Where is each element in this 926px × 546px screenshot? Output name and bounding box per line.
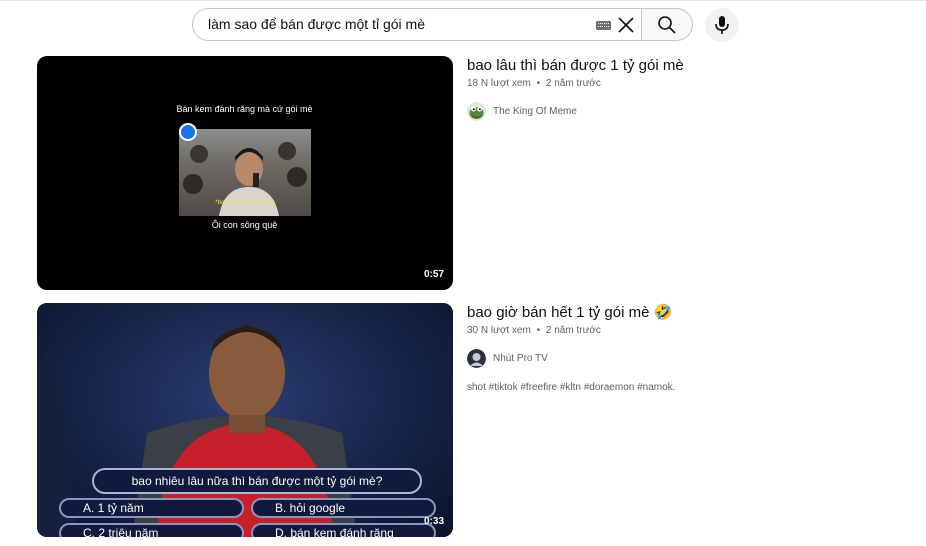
channel-link[interactable]: The King Of Meme <box>467 102 907 121</box>
video-info: bao lâu thì bán được 1 tỷ gói mè 18 N lư… <box>467 56 907 121</box>
video-result[interactable]: bao nhiêu lâu nữa thì bán được một tỷ gó… <box>37 303 907 539</box>
thumbnail-caption: Bán kem đánh răng mà cứ gói mè <box>176 104 313 114</box>
quiz-question: bao nhiêu lâu nữa thì bán được một tỷ gó… <box>92 468 422 494</box>
channel-name[interactable]: Nhút Pro TV <box>493 353 548 364</box>
meta-separator: • <box>536 325 541 336</box>
voice-search-button[interactable] <box>705 8 739 42</box>
channel-name[interactable]: The King Of Meme <box>493 106 577 117</box>
video-description: shot #tiktok #freefire #kltn #doraemon #… <box>467 382 676 393</box>
search-icon <box>658 16 676 34</box>
channel-avatar[interactable] <box>467 349 486 368</box>
video-title[interactable]: bao lâu thì bán được 1 tỷ gói mè <box>467 56 907 76</box>
video-result[interactable]: Bán kem đánh răng mà cứ gói mè *bao có b… <box>37 56 907 292</box>
microphone-icon <box>715 16 729 34</box>
view-count: 30 N lượt xem <box>467 325 531 336</box>
meta-separator: • <box>536 78 541 89</box>
video-duration: 0:33 <box>423 516 444 527</box>
quiz-answer-a: A. 1 tỷ năm <box>59 498 244 518</box>
thumbnail-subtitle: *bao có bán mè ở đâu <box>215 200 275 206</box>
video-meta: 18 N lượt xem • 2 năm trước <box>467 78 907 89</box>
quiz-answer-d: D. bán kem đánh răng <box>251 523 436 537</box>
search-box[interactable]: làm sao để bán được một tỉ gói mè <box>192 8 642 41</box>
video-thumbnail[interactable]: Bán kem đánh răng mà cứ gói mè *bao có b… <box>37 56 453 290</box>
upload-age: 2 năm trước <box>545 325 601 336</box>
search-button[interactable] <box>641 8 693 41</box>
clear-search-icon[interactable] <box>617 16 635 34</box>
video-duration: 0:57 <box>423 269 444 280</box>
quiz-answer-b: B. hỏi google <box>251 498 436 518</box>
channel-link[interactable]: Nhút Pro TV <box>467 349 907 368</box>
keyboard-icon[interactable] <box>596 21 611 30</box>
video-info: bao giờ bán hết 1 tỷ gói mè 🤣 30 N lượt … <box>467 303 907 393</box>
view-count: 18 N lượt xem <box>467 78 531 89</box>
video-thumbnail[interactable]: bao nhiêu lâu nữa thì bán được một tỷ gó… <box>37 303 453 537</box>
brush-badge-icon <box>179 123 197 141</box>
thumbnail-photo: *bao có bán mè ở đâu <box>179 129 311 216</box>
video-title[interactable]: bao giờ bán hết 1 tỷ gói mè 🤣 <box>467 303 907 323</box>
upload-age: 2 năm trước <box>545 78 601 89</box>
top-divider <box>0 0 926 1</box>
video-meta: 30 N lượt xem • 2 năm trước <box>467 325 907 336</box>
channel-avatar[interactable] <box>467 102 486 121</box>
thumbnail-bottom-caption: Ôi con sông quê <box>211 220 278 230</box>
search-input[interactable]: làm sao để bán được một tỉ gói mè <box>208 16 425 32</box>
quiz-answer-c: C. 2 triệu năm <box>59 523 244 537</box>
